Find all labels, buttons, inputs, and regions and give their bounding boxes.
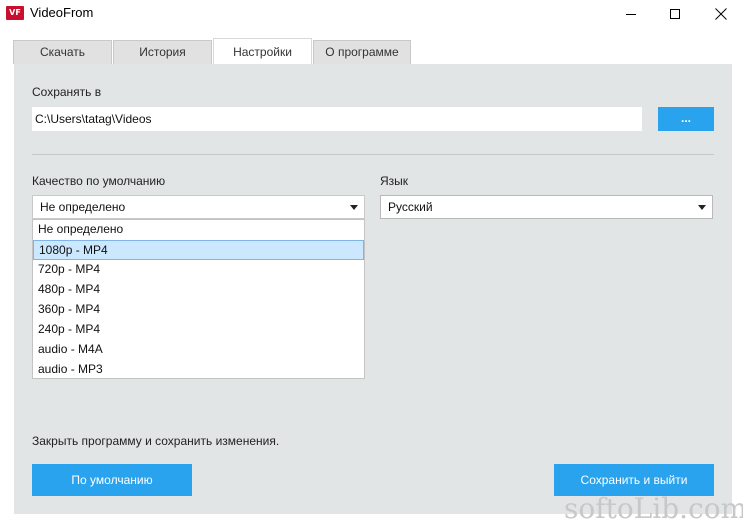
save-location-label: Сохранять в bbox=[32, 85, 102, 99]
language-label: Язык bbox=[380, 174, 409, 188]
dropdown-option[interactable]: Не определено bbox=[33, 220, 364, 240]
watermark-text: softoLib.com bbox=[564, 492, 743, 525]
chevron-down-icon bbox=[350, 205, 358, 210]
save-note-text: Закрыть программу и сохранить изменения. bbox=[32, 434, 280, 448]
browse-button[interactable]: ... bbox=[658, 107, 714, 131]
app-logo-icon: VF bbox=[6, 6, 24, 20]
dropdown-option[interactable]: audio - MP3 bbox=[33, 360, 364, 380]
maximize-button[interactable] bbox=[652, 0, 698, 28]
tab-download[interactable]: Скачать bbox=[13, 40, 112, 64]
tab-history[interactable]: История bbox=[113, 40, 212, 64]
reset-defaults-button[interactable]: По умолчанию bbox=[32, 464, 192, 496]
tab-settings[interactable]: Настройки bbox=[213, 38, 312, 64]
dropdown-option[interactable]: 240p - MP4 bbox=[33, 320, 364, 340]
quality-select-value: Не определено bbox=[40, 200, 126, 214]
title-bar: VF VideoFrom bbox=[0, 0, 743, 28]
language-select[interactable]: Русский bbox=[380, 195, 713, 219]
quality-select[interactable]: Не определено bbox=[32, 195, 365, 219]
dropdown-option[interactable]: 480p - MP4 bbox=[33, 280, 364, 300]
minimize-button[interactable] bbox=[608, 0, 654, 28]
dropdown-option[interactable]: 720p - MP4 bbox=[33, 260, 364, 280]
dropdown-option-highlighted[interactable]: 1080p - MP4 bbox=[33, 240, 364, 260]
quality-dropdown-list: Не определено 1080p - MP4 720p - MP4 480… bbox=[32, 219, 365, 379]
dropdown-option[interactable]: audio - M4A bbox=[33, 340, 364, 360]
language-select-value: Русский bbox=[388, 200, 433, 214]
divider bbox=[32, 154, 714, 155]
close-button[interactable] bbox=[698, 0, 743, 28]
tab-about[interactable]: О программе bbox=[313, 40, 411, 64]
window-title: VideoFrom bbox=[30, 5, 94, 20]
save-path-input[interactable]: C:\Users\tatag\Videos bbox=[32, 107, 642, 131]
chevron-down-icon bbox=[698, 205, 706, 210]
maximize-icon bbox=[670, 9, 680, 19]
default-quality-label: Качество по умолчанию bbox=[32, 174, 166, 188]
dropdown-option[interactable]: 360p - MP4 bbox=[33, 300, 364, 320]
minimize-icon bbox=[626, 13, 636, 15]
close-icon bbox=[715, 8, 727, 20]
settings-panel: Сохранять в C:\Users\tatag\Videos ... Ка… bbox=[14, 64, 732, 514]
